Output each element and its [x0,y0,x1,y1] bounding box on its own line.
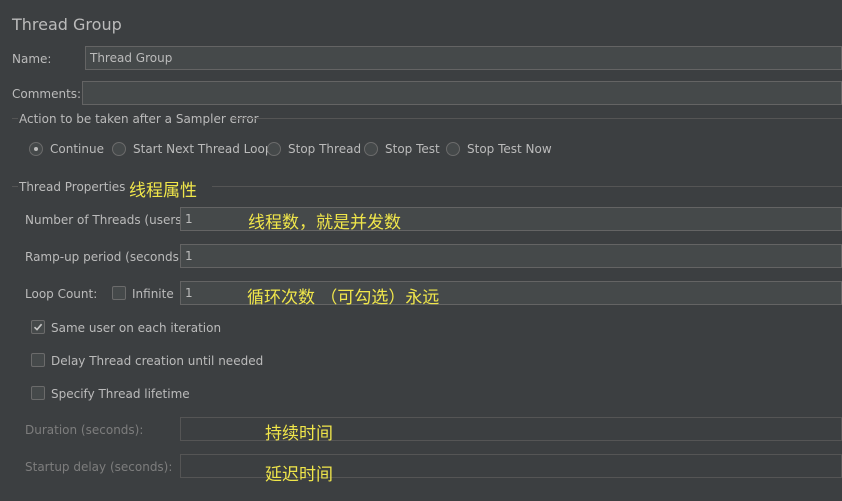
specify-lifetime-label[interactable]: Specify Thread lifetime [51,387,190,401]
infinite-label[interactable]: Infinite [132,287,174,301]
ramp-up-input[interactable]: 1 [180,244,842,268]
radio-stop-test[interactable] [364,142,378,156]
group-border [12,186,18,187]
infinite-checkbox[interactable] [112,286,126,300]
radio-stop-thread[interactable] [267,142,281,156]
delay-creation-checkbox[interactable] [31,353,45,367]
radio-label-stop-thread[interactable]: Stop Thread [288,142,361,156]
radio-stop-test-now[interactable] [446,142,460,156]
annotation-loop-count: 循环次数 （可勾选）永远 [247,288,440,308]
radio-label-continue[interactable]: Continue [50,142,104,156]
same-user-label[interactable]: Same user on each iteration [51,321,221,335]
num-threads-label: Number of Threads (users): [25,213,191,227]
duration-label: Duration (seconds): [25,423,144,437]
page-title: Thread Group [12,15,122,34]
thread-properties-legend: Thread Properties [19,180,126,194]
radio-label-start-next-thread-loop[interactable]: Start Next Thread Loop [133,142,272,156]
checkmark-icon [33,323,43,331]
name-input[interactable]: Thread Group [85,46,842,70]
radio-label-stop-test-now[interactable]: Stop Test Now [467,142,552,156]
group-border [232,118,842,119]
same-user-checkbox[interactable] [31,320,45,334]
loop-count-label: Loop Count: [25,287,98,301]
comments-label: Comments: [12,87,82,101]
sampler-error-legend: Action to be taken after a Sampler error [19,112,259,126]
annotation-startup-delay: 延迟时间 [265,465,333,485]
group-border [12,118,18,119]
annotation-num-threads: 线程数，就是并发数 [248,213,401,233]
startup-delay-label: Startup delay (seconds): [25,460,173,474]
radio-label-stop-test[interactable]: Stop Test [385,142,440,156]
annotation-thread-properties: 线程属性 [129,181,197,201]
delay-creation-label[interactable]: Delay Thread creation until needed [51,354,263,368]
radio-continue[interactable] [29,142,43,156]
ramp-up-label: Ramp-up period (seconds): [25,250,188,264]
annotation-duration: 持续时间 [265,424,333,444]
radio-start-next-thread-loop[interactable] [112,142,126,156]
group-border [212,186,842,187]
name-label: Name: [12,52,52,66]
specify-lifetime-checkbox[interactable] [31,386,45,400]
comments-input[interactable] [82,81,842,105]
